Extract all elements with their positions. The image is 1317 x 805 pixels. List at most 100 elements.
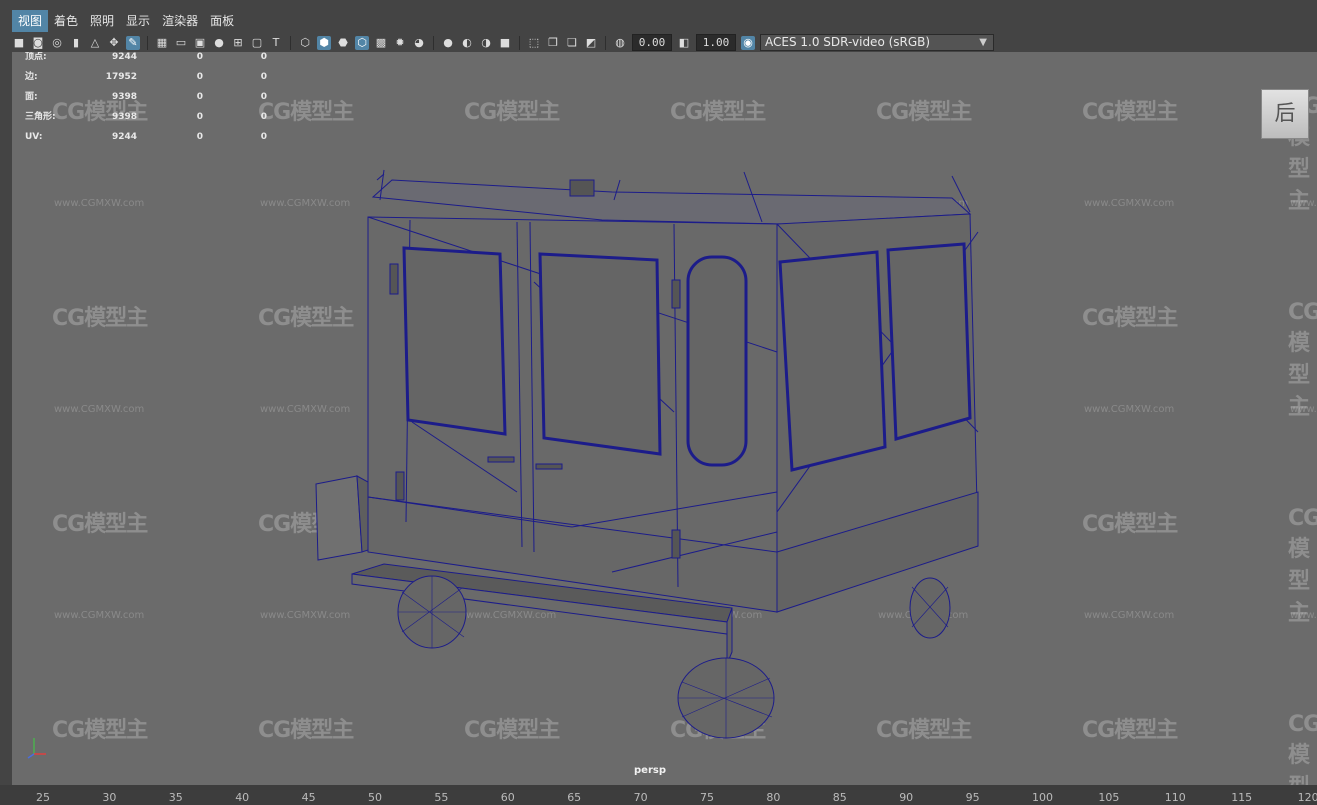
grid-icon[interactable]: ▦ bbox=[155, 36, 169, 50]
hud-row-uvs: UV: 9244 0 0 bbox=[25, 132, 267, 152]
hud-value: 0 bbox=[260, 92, 267, 102]
hud-value: 0 bbox=[196, 52, 203, 62]
hud-value: 9398 bbox=[111, 112, 137, 122]
textured-icon[interactable]: ▩ bbox=[374, 36, 388, 50]
grease-pencil-icon[interactable]: ✎ bbox=[126, 35, 140, 50]
2d-pan-zoom-icon[interactable]: ✥ bbox=[107, 36, 121, 50]
timeline-tick: 120 bbox=[1297, 791, 1317, 804]
hud-value: 0 bbox=[260, 132, 267, 142]
hud-value: 9398 bbox=[111, 92, 137, 102]
timeline-tick: 105 bbox=[1098, 791, 1120, 804]
gamma-icon[interactable]: ◧ bbox=[677, 36, 691, 50]
xray-icon[interactable]: ❐ bbox=[546, 36, 560, 50]
gate-mask-icon[interactable]: ● bbox=[212, 36, 226, 50]
timeline-tick: 60 bbox=[500, 791, 515, 804]
toolbar-divider bbox=[519, 35, 520, 50]
hud-label: 面: bbox=[25, 92, 38, 102]
resolution-gate-icon[interactable]: ▣ bbox=[193, 36, 207, 50]
poly-count-hud: 顶点: 9244 0 0 边: 17952 0 0 面: 9398 0 0 三角… bbox=[25, 52, 267, 152]
hud-value: 17952 bbox=[105, 72, 137, 82]
lights-icon[interactable]: ✹ bbox=[393, 36, 407, 50]
menu-bar: 视图 着色 照明 显示 渲染器 面板 bbox=[0, 0, 1317, 33]
hud-row-edges: 边: 17952 0 0 bbox=[25, 72, 267, 92]
motion-blur-icon[interactable]: ◐ bbox=[460, 36, 474, 50]
hud-value: 9244 bbox=[111, 132, 137, 142]
isolate-select-icon[interactable]: ⬚ bbox=[527, 36, 541, 50]
axis-gizmo-icon bbox=[27, 738, 46, 759]
hud-row-triangles: 三角形: 9398 0 0 bbox=[25, 112, 267, 132]
image-plane-icon[interactable]: △ bbox=[88, 36, 102, 50]
timeline-tick: 85 bbox=[832, 791, 847, 804]
exposure-icon[interactable]: ◍ bbox=[613, 36, 627, 50]
hud-row-faces: 面: 9398 0 0 bbox=[25, 92, 267, 112]
gamma-field[interactable]: 1.00 bbox=[696, 34, 736, 51]
default-material-icon[interactable]: ⬣ bbox=[336, 36, 350, 50]
wireframe-on-shaded-icon[interactable]: ⬡ bbox=[355, 35, 369, 50]
wireframe-cube-icon[interactable]: ⬡ bbox=[298, 36, 312, 50]
bookmark-icon[interactable]: ▮ bbox=[69, 36, 83, 50]
timeline-tick: 100 bbox=[1032, 791, 1053, 804]
hud-value: 0 bbox=[260, 72, 267, 82]
timeline-tick: 70 bbox=[633, 791, 648, 804]
left-panel-edge bbox=[0, 33, 12, 785]
timeline-tick: 55 bbox=[434, 791, 449, 804]
vehicle-wireframe-model[interactable] bbox=[12, 52, 1317, 785]
view-cube[interactable]: 后 bbox=[1261, 89, 1309, 139]
menu-view[interactable]: 视图 bbox=[12, 10, 49, 32]
menu-panels[interactable]: 面板 bbox=[204, 10, 240, 32]
hud-label: 边: bbox=[25, 72, 38, 82]
camera-bookmark-icon[interactable]: ◎ bbox=[50, 36, 64, 50]
hud-value: 9244 bbox=[111, 52, 137, 62]
timeline-tick: 75 bbox=[700, 791, 714, 804]
hud-value: 0 bbox=[260, 52, 267, 62]
camera-select-icon[interactable]: ■ bbox=[12, 36, 26, 50]
hud-value: 0 bbox=[260, 112, 267, 122]
menu-shading[interactable]: 着色 bbox=[48, 10, 84, 32]
timeline-tick: 110 bbox=[1164, 791, 1186, 804]
toolbar-divider bbox=[433, 35, 434, 50]
hud-label: UV: bbox=[25, 132, 43, 142]
timeline-tick: 115 bbox=[1231, 791, 1253, 804]
safe-action-icon[interactable]: ▢ bbox=[250, 36, 264, 50]
xray-joints-icon[interactable]: ◩ bbox=[584, 36, 598, 50]
field-chart-icon[interactable]: ⊞ bbox=[231, 36, 245, 50]
timeline-tick: 25 bbox=[36, 791, 50, 804]
hud-value: 0 bbox=[196, 132, 203, 142]
hud-row-vertices: 顶点: 9244 0 0 bbox=[25, 52, 267, 72]
menu-renderer[interactable]: 渲染器 bbox=[156, 10, 204, 32]
color-space-value: ACES 1.0 SDR-video (sRGB) bbox=[765, 35, 931, 49]
hud-label: 顶点: bbox=[25, 52, 47, 62]
timeline-tick: 95 bbox=[965, 791, 980, 804]
color-management-icon[interactable]: ◉ bbox=[741, 35, 755, 50]
time-slider[interactable]: 25 30 35 40 45 50 55 60 65 70 75 80 85 90 95 100 105 110 1… bbox=[0, 790, 1317, 805]
safe-title-icon[interactable]: T bbox=[269, 36, 283, 50]
panel-toolbar: ■ ◙ ◎ ▮ △ ✥ ✎ ▦ ▭ ▣ ● ⊞ ▢ T ⬡ ⬢ ⬣ ⬡ ▩ ✹ … bbox=[12, 33, 1317, 52]
menu-show[interactable]: 显示 bbox=[120, 10, 156, 32]
timeline-tick: 40 bbox=[235, 791, 250, 804]
hud-value: 0 bbox=[196, 112, 203, 122]
hud-value: 0 bbox=[196, 92, 203, 102]
camera-name-label: persp bbox=[634, 765, 666, 776]
smooth-shade-icon[interactable]: ⬢ bbox=[317, 35, 331, 50]
timeline-tick: 65 bbox=[567, 791, 582, 804]
toolbar-divider bbox=[605, 35, 606, 50]
timeline-tick: 80 bbox=[766, 791, 781, 804]
hud-value: 0 bbox=[196, 72, 203, 82]
multisample-aa-icon[interactable]: ◑ bbox=[479, 36, 493, 50]
timeline-tick: 90 bbox=[899, 791, 914, 804]
timeline-tick: 35 bbox=[168, 791, 183, 804]
camera-attributes-icon[interactable]: ◙ bbox=[31, 36, 45, 50]
menu-lighting[interactable]: 照明 bbox=[84, 10, 120, 32]
film-gate-icon[interactable]: ▭ bbox=[174, 36, 188, 50]
color-space-dropdown[interactable]: ACES 1.0 SDR-video (sRGB) ▼ bbox=[760, 34, 994, 51]
toolbar-divider bbox=[147, 35, 148, 50]
xray-active-icon[interactable]: ❏ bbox=[565, 36, 579, 50]
screen-space-ao-icon[interactable]: ● bbox=[441, 36, 455, 50]
hud-label: 三角形: bbox=[25, 112, 56, 122]
timeline-tick: 45 bbox=[301, 791, 316, 804]
chevron-down-icon: ▼ bbox=[979, 37, 987, 48]
exposure-field[interactable]: 0.00 bbox=[632, 34, 672, 51]
depth-of-field-icon[interactable]: ■ bbox=[498, 36, 512, 50]
perspective-viewport[interactable]: CG模型主 www.CGMXW.com CG模型主 www.CGMXW.com CG模型… bbox=[12, 52, 1317, 785]
shadows-icon[interactable]: ◕ bbox=[412, 36, 426, 50]
